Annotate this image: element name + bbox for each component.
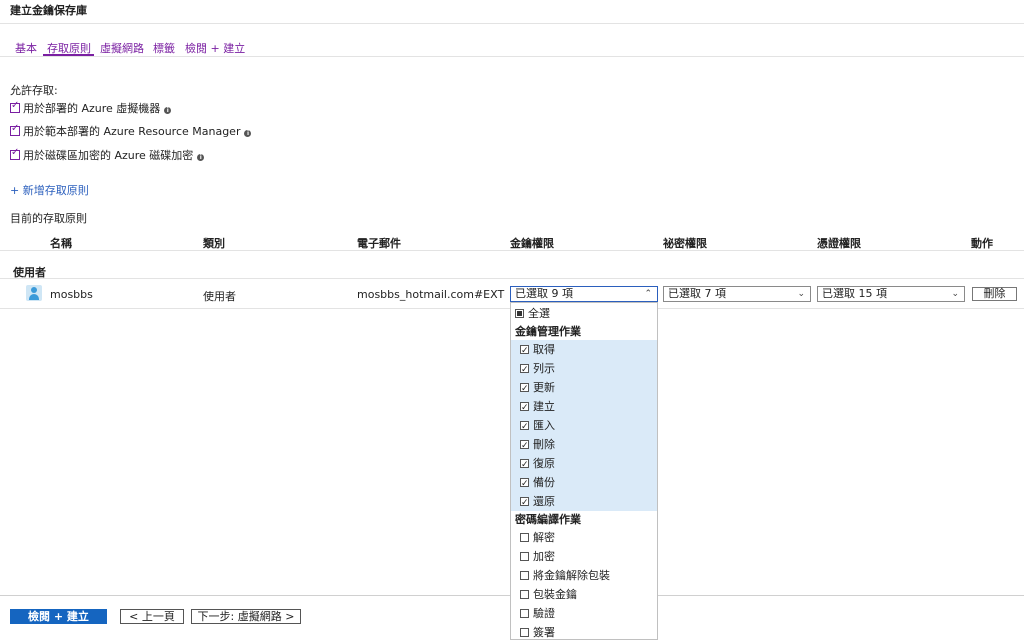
info-icon[interactable]: i — [197, 154, 205, 161]
previous-button[interactable]: < 上一頁 — [120, 609, 184, 624]
cert-permissions-select[interactable]: 已選取 15 項 ⌄ — [817, 286, 965, 302]
checkbox[interactable] — [520, 533, 529, 542]
tab-review-create[interactable]: 檢閱 + 建立 — [185, 40, 245, 56]
option-backup[interactable]: 備份 — [511, 473, 657, 494]
option-encrypt[interactable]: 加密 — [511, 547, 657, 566]
option-label: 還原 — [533, 495, 555, 508]
option-verify[interactable]: 驗證 — [511, 604, 657, 623]
tab-virtual-network[interactable]: 虛擬網路 — [100, 40, 144, 56]
select-all-checkbox[interactable] — [515, 309, 524, 318]
checkbox[interactable] — [520, 456, 529, 475]
option-label: 列示 — [533, 362, 555, 375]
tab-basics[interactable]: 基本 — [15, 40, 37, 56]
chevron-down-icon: ⌄ — [797, 289, 805, 299]
col-name: 名稱 — [50, 237, 72, 250]
option-recover[interactable]: 復原 — [511, 454, 657, 475]
option-unwrap-key[interactable]: 將金鑰解除包裝 — [511, 566, 657, 585]
key-permissions-dropdown[interactable]: 全選 金鑰管理作業 取得 列示 更新 建立 匯入 刪除 復原 備份 還原 密碼編… — [510, 302, 658, 640]
option-label: 復原 — [533, 457, 555, 470]
group-key-management: 金鑰管理作業 — [515, 325, 581, 338]
chevron-down-icon: ⌄ — [951, 289, 959, 299]
checkbox[interactable] — [520, 475, 529, 494]
chevron-up-icon: ⌃ — [644, 289, 652, 299]
col-secret-permissions: 祕密權限 — [663, 237, 707, 250]
option-restore[interactable]: 還原 — [511, 492, 657, 513]
add-access-policy-link[interactable]: + 新增存取原則 — [10, 182, 89, 198]
option-decrypt[interactable]: 解密 — [511, 528, 657, 547]
checkbox[interactable] — [520, 437, 529, 456]
page-title: 建立金鑰保存庫 — [10, 4, 87, 17]
cert-permissions-value: 已選取 15 項 — [822, 287, 887, 300]
group-crypto-ops: 密碼編譯作業 — [515, 513, 581, 526]
option-template-deployment[interactable]: 用於範本部署的 Azure Resource Manageri — [10, 123, 252, 139]
next-button[interactable]: 下一步: 虛擬網路 > — [191, 609, 301, 624]
col-cert-permissions: 憑證權限 — [817, 237, 861, 250]
option-label: 用於磁碟區加密的 Azure 磁碟加密 — [23, 149, 194, 162]
tab-tags[interactable]: 標籤 — [153, 40, 175, 56]
option-import[interactable]: 匯入 — [511, 416, 657, 437]
option-label: 加密 — [533, 550, 555, 563]
option-label: 簽署 — [533, 626, 555, 639]
col-category: 類別 — [203, 237, 225, 250]
tabs-divider — [0, 56, 1024, 57]
user-avatar-icon — [26, 285, 42, 301]
delete-button[interactable]: 刪除 — [972, 287, 1017, 301]
secret-permissions-value: 已選取 7 項 — [668, 287, 726, 300]
checkbox[interactable] — [520, 399, 529, 418]
option-label: 解密 — [533, 531, 555, 544]
vm-deployment-checkbox[interactable] — [10, 100, 20, 113]
option-label: 用於範本部署的 Azure Resource Manager — [23, 125, 241, 138]
checkbox[interactable] — [520, 552, 529, 561]
option-sign[interactable]: 簽署 — [511, 623, 657, 641]
checkbox[interactable] — [520, 571, 529, 580]
checkbox[interactable] — [520, 494, 529, 513]
option-label: 刪除 — [533, 438, 555, 451]
option-label: 匯入 — [533, 419, 555, 432]
review-create-button[interactable]: 檢閱 + 建立 — [10, 609, 107, 624]
group-divider — [0, 278, 1024, 279]
col-email: 電子郵件 — [357, 237, 401, 250]
option-label: 全選 — [528, 307, 550, 320]
header-row-divider — [0, 250, 1024, 251]
option-get[interactable]: 取得 — [511, 340, 657, 361]
checkbox[interactable] — [520, 380, 529, 399]
key-permissions-value: 已選取 9 項 — [515, 287, 573, 300]
option-vm-deployment[interactable]: 用於部署的 Azure 虛擬機器i — [10, 100, 172, 116]
option-update[interactable]: 更新 — [511, 378, 657, 399]
col-action: 動作 — [971, 237, 993, 250]
checkbox[interactable] — [520, 342, 529, 361]
secret-permissions-select[interactable]: 已選取 7 項 ⌄ — [663, 286, 811, 302]
current-policies-heading: 目前的存取原則 — [10, 212, 87, 225]
option-label: 驗證 — [533, 607, 555, 620]
option-label: 建立 — [533, 400, 555, 413]
checkbox[interactable] — [520, 609, 529, 618]
option-wrap-key[interactable]: 包裝金鑰 — [511, 585, 657, 604]
select-all-option[interactable]: 全選 — [511, 304, 657, 323]
checkbox[interactable] — [520, 628, 529, 637]
checkbox[interactable] — [520, 418, 529, 437]
checkbox[interactable] — [520, 590, 529, 599]
option-label: 用於部署的 Azure 虛擬機器 — [23, 102, 161, 115]
option-label: 更新 — [533, 381, 555, 394]
info-icon[interactable]: i — [164, 107, 172, 114]
option-label: 將金鑰解除包裝 — [533, 569, 610, 582]
template-deployment-checkbox[interactable] — [10, 123, 20, 136]
option-delete[interactable]: 刪除 — [511, 435, 657, 456]
info-icon[interactable]: i — [244, 130, 252, 137]
option-disk-encryption[interactable]: 用於磁碟區加密的 Azure 磁碟加密i — [10, 147, 205, 163]
disk-encryption-checkbox[interactable] — [10, 147, 20, 160]
option-label: 取得 — [533, 343, 555, 356]
option-list[interactable]: 列示 — [511, 359, 657, 380]
header-divider — [0, 23, 1024, 24]
option-label: 包裝金鑰 — [533, 588, 577, 601]
row-name: mosbbs — [50, 288, 93, 301]
checkbox[interactable] — [520, 361, 529, 380]
option-label: 備份 — [533, 476, 555, 489]
option-create[interactable]: 建立 — [511, 397, 657, 418]
access-heading: 允許存取: — [10, 84, 58, 97]
row-category: 使用者 — [203, 290, 236, 303]
col-key-permissions: 金鑰權限 — [510, 237, 554, 250]
key-permissions-select[interactable]: 已選取 9 項 ⌃ — [510, 286, 658, 302]
row-email: mosbbs_hotmail.com#EXT#@l... — [357, 288, 505, 301]
